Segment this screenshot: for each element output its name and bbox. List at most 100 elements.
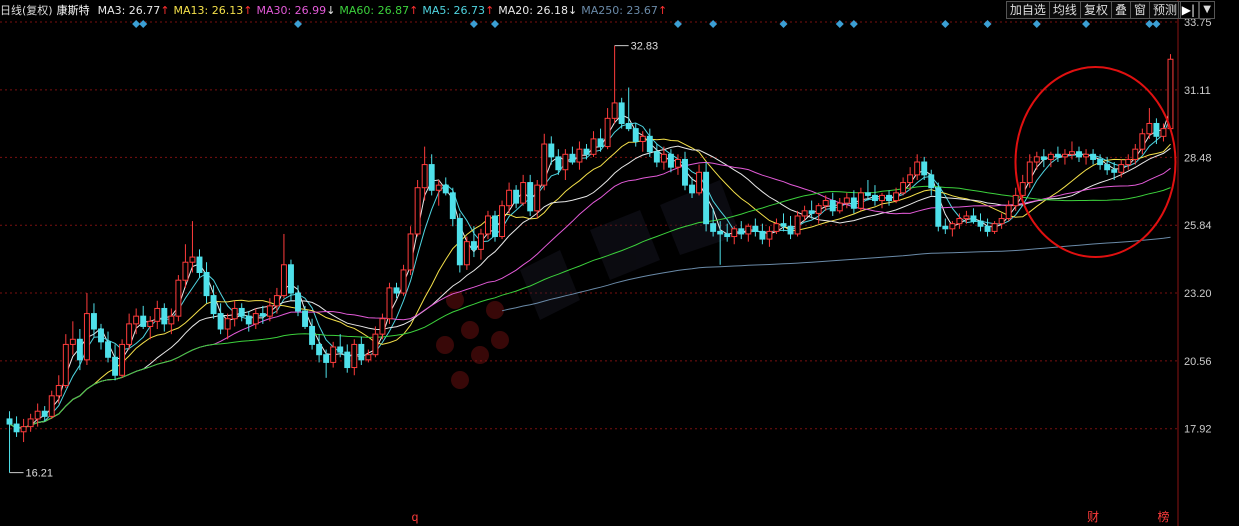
candle: [794, 210, 801, 237]
candle: [449, 187, 456, 227]
candle: [98, 323, 104, 350]
candle: [27, 413, 34, 432]
candle: [76, 329, 83, 371]
event-marker-icon: [294, 20, 302, 28]
collapse-right-icon[interactable]: ▶|: [1177, 1, 1199, 19]
ma13-line: [9, 138, 1171, 429]
candle: [745, 223, 752, 242]
candle: [576, 141, 583, 170]
candle: [414, 180, 421, 237]
candle: [344, 344, 351, 373]
period-label[interactable]: 日线(复权): [0, 2, 53, 18]
candle: [1040, 149, 1047, 168]
candle: [20, 418, 27, 443]
candle: [766, 226, 773, 247]
ma-indicator: MA250: 23.67↑: [581, 3, 668, 17]
candle: [653, 144, 660, 168]
candle: [935, 182, 942, 232]
candle: [998, 213, 1005, 229]
candle: [463, 236, 470, 270]
toolbar-button-2[interactable]: 复权: [1079, 1, 1112, 19]
candle: [238, 303, 245, 322]
candle: [977, 213, 984, 232]
candle: [907, 167, 914, 191]
candle: [611, 45, 618, 124]
candle: [273, 287, 280, 314]
up-arrow-icon: ↑: [657, 3, 668, 17]
candle: [829, 192, 836, 216]
candle: [126, 313, 133, 350]
candle: [696, 164, 703, 196]
candle: [534, 180, 541, 219]
toolbar-button-1[interactable]: 均线: [1048, 1, 1081, 19]
ma60-line: [9, 185, 1171, 429]
candle: [590, 131, 597, 157]
candle: [245, 311, 252, 332]
event-marker-icon: [779, 20, 788, 28]
toolbar-button-4[interactable]: 窗: [1129, 1, 1150, 19]
candle: [407, 226, 414, 276]
candle: [632, 123, 639, 147]
candle: [400, 264, 407, 296]
event-marker-icon: [139, 20, 148, 28]
event-label: 财: [1087, 510, 1099, 524]
event-marker-icon: [941, 20, 950, 28]
ma-indicator: MA3: 26.77↑: [97, 3, 170, 17]
annotation-label: 16.21: [26, 468, 54, 480]
price-axis: 17.9220.5623.2025.8428.4831.1133.75: [1177, 0, 1212, 526]
candle: [280, 233, 287, 299]
candle: [949, 221, 956, 237]
candle: [984, 218, 991, 237]
up-arrow-icon: ↑: [485, 3, 495, 17]
candle: [527, 174, 534, 216]
candle: [773, 218, 780, 234]
candle: [435, 180, 442, 206]
candle: [731, 226, 738, 245]
candle: [900, 177, 907, 196]
candle: [224, 313, 231, 340]
candle: [942, 218, 949, 234]
candle: [175, 275, 182, 322]
candle: [864, 180, 871, 201]
y-tick-label: 31.11: [1184, 85, 1211, 97]
candle: [456, 213, 463, 273]
candle: [569, 146, 576, 165]
candle: [787, 215, 794, 240]
ma-indicator: MA5: 26.73↑: [422, 3, 495, 17]
candle: [499, 200, 506, 240]
candle: [1160, 123, 1167, 142]
chart-toolbar: 加自选 均线 复权叠窗预测: [1005, 1, 1181, 19]
event-marker-icon: [1145, 20, 1154, 28]
candle: [351, 339, 358, 376]
candle: [1118, 159, 1125, 178]
candle: [83, 293, 90, 365]
event-label: q: [412, 510, 419, 524]
chevron-down-icon[interactable]: ▼: [1199, 1, 1215, 19]
event-marker-icon: [849, 20, 858, 28]
toolbar-button-0[interactable]: 加自选: [1005, 1, 1050, 19]
candle: [1005, 200, 1012, 222]
candle: [154, 300, 161, 330]
candle: [759, 223, 766, 245]
candle: [921, 156, 928, 180]
annotation-label: 32.83: [631, 41, 659, 53]
up-arrow-icon: ↑: [160, 3, 170, 17]
kline-chart[interactable]: q 财 榜 32.83 16.21 17.92 20.56 23.20 25.84 28.48…: [0, 0, 1239, 526]
candle: [55, 375, 62, 404]
candle: [112, 344, 119, 381]
toolbar-button-3[interactable]: 叠: [1110, 1, 1131, 19]
toolbar-dropdown: ▼: [1199, 1, 1215, 19]
candle: [6, 411, 13, 473]
indicator-bar: 日线(复权) 康斯特 MA3: 26.77↑ MA13: 26.13↑ MA30: …: [0, 0, 980, 20]
event-marker-icon: [1152, 20, 1161, 28]
event-marker-icon: [491, 20, 500, 28]
event-marker-icon: [132, 20, 141, 28]
candle: [119, 339, 126, 378]
candle: [604, 108, 611, 150]
candle: [1012, 187, 1019, 211]
y-tick-label: 23.20: [1184, 288, 1212, 300]
candle: [583, 144, 590, 160]
event-marker-icon: [469, 20, 478, 28]
stock-name: 康斯特: [56, 4, 90, 17]
candle: [1061, 149, 1068, 165]
